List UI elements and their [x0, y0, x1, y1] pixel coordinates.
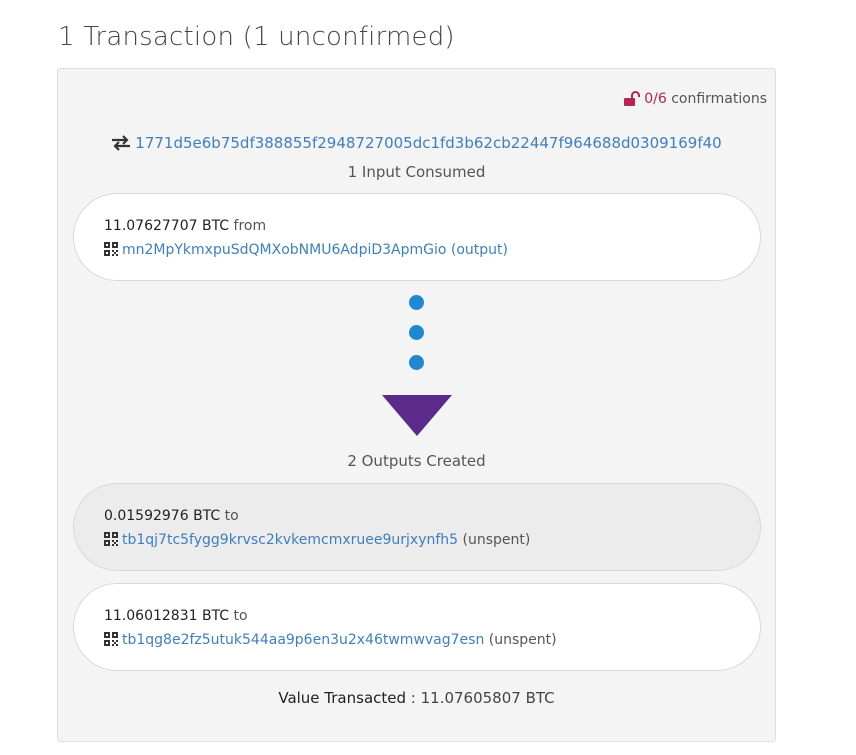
qr-code-icon[interactable] [104, 632, 118, 646]
flow-dot-icon [409, 325, 424, 340]
input-card: 11.07627707 BTC from mn2MpYkmxpuSdQMXobN… [73, 193, 761, 281]
output-amount: 0.01592976 BTC [104, 508, 221, 524]
page-title: 1 Transaction (1 unconfirmed) [58, 22, 455, 52]
value-separator: : [406, 689, 421, 707]
confirmations-indicator: 0/6 confirmations [623, 91, 767, 107]
flow-dot-icon [409, 355, 424, 370]
flow-dots [409, 295, 425, 385]
value-transacted: Value Transacted : 11.07605807 BTC [58, 689, 775, 707]
outputs-heading: 2 Outputs Created [347, 452, 486, 470]
output-direction: to [220, 508, 239, 524]
confirmations-count: 0/6 [644, 91, 667, 107]
output-address-link[interactable]: tb1qg8e2fz5utuk544aa9p6en3u2x46twmwvag7e… [122, 632, 484, 648]
txid-row: 1771d5e6b75df388855f2948727005dc1fd3b62c… [58, 134, 775, 152]
flow-dot-icon [409, 295, 424, 310]
input-amount: 11.07627707 BTC [104, 218, 230, 234]
input-output-link[interactable]: (output) [446, 242, 508, 258]
output-amount: 11.06012831 BTC [104, 608, 230, 624]
txid-link[interactable]: 1771d5e6b75df388855f2948727005dc1fd3b62c… [135, 134, 721, 152]
transaction-panel: 0/6 confirmations 1771d5e6b75df388855f29… [57, 68, 776, 742]
output-status: (unspent) [484, 632, 557, 648]
output-card-1: 0.01592976 BTC to tb1qj7tc5fygg9krvsc2kv… [73, 483, 761, 571]
output-address-link[interactable]: tb1qj7tc5fygg9krvsc2kvkemcmxruee9urjxynf… [122, 532, 458, 548]
qr-code-icon[interactable] [104, 532, 118, 546]
inputs-heading: 1 Input Consumed [347, 163, 486, 181]
output-status: (unspent) [458, 532, 531, 548]
input-address-link[interactable]: mn2MpYkmxpuSdQMXobNMU6AdpiD3ApmGio [122, 242, 446, 258]
value-transacted-label: Value Transacted [278, 689, 407, 707]
output-direction: to [229, 608, 248, 624]
exchange-arrows-icon [112, 135, 131, 151]
output-card-2: 11.06012831 BTC to tb1qg8e2fz5utuk544aa9… [73, 583, 761, 671]
input-direction: from [229, 218, 267, 234]
confirmations-label: confirmations [666, 91, 767, 107]
down-triangle-arrow-icon [382, 395, 452, 436]
value-transacted-amount: 11.07605807 BTC [420, 689, 555, 707]
qr-code-icon[interactable] [104, 242, 118, 256]
unlocked-lock-icon [624, 91, 641, 106]
